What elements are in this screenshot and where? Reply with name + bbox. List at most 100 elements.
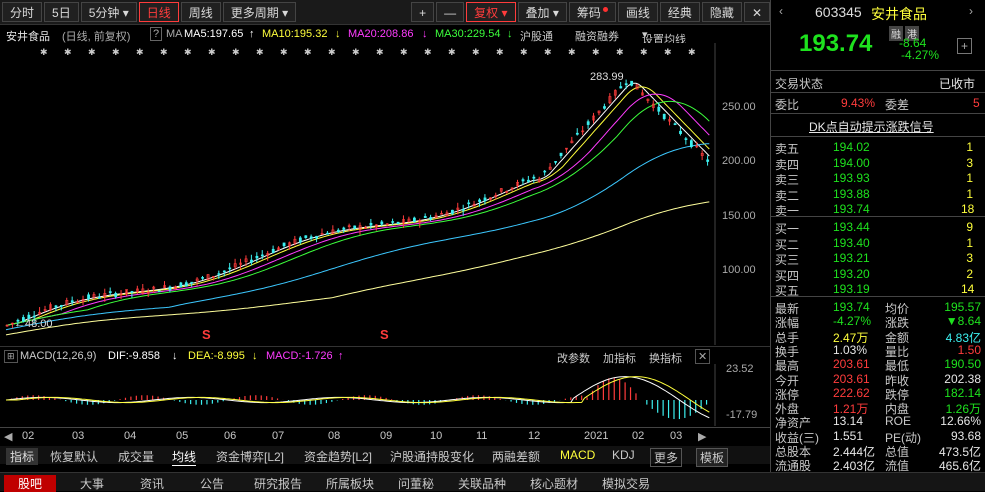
event-marker-icon[interactable]: ✱ <box>544 47 552 57</box>
tab-volume[interactable]: 成交量 <box>118 448 154 465</box>
event-marker-icon[interactable]: ✱ <box>568 47 576 57</box>
event-marker-icon[interactable]: ✱ <box>304 47 312 57</box>
event-marker-icon[interactable]: ✱ <box>256 47 264 57</box>
event-marker-icon[interactable]: ✱ <box>640 47 648 57</box>
dk-signal-link[interactable]: DK点自动提示涨跌信号 <box>809 118 934 135</box>
tab-fund-trend[interactable]: 资金趋势[L2] <box>304 448 372 465</box>
tab-hgt-holdings[interactable]: 沪股通持股变化 <box>390 448 474 465</box>
book-price[interactable]: 193.40 <box>833 236 870 250</box>
event-marker-icon[interactable]: ✱ <box>424 47 432 57</box>
chips-button[interactable]: 筹码 <box>568 2 616 22</box>
candle-body <box>391 221 395 223</box>
tab-sectors[interactable]: 所属板块 <box>326 475 374 492</box>
zoom-in-button[interactable]: + <box>411 2 435 22</box>
tab-related[interactable]: 关联品种 <box>458 475 506 492</box>
hide-button[interactable]: 隐藏 <box>701 2 742 22</box>
rzrq-link[interactable]: 融资融券 <box>575 28 619 44</box>
tab-macd[interactable]: MACD <box>560 448 595 462</box>
template-button[interactable]: 模板 <box>696 448 729 467</box>
book-price[interactable]: 194.00 <box>833 156 870 170</box>
set-ma-button[interactable]: 设置均线 ▾ <box>642 28 686 46</box>
event-marker-icon[interactable]: ✱ <box>448 47 456 57</box>
event-marker-icon[interactable]: ✱ <box>136 47 144 57</box>
tab-kdj[interactable]: KDJ <box>612 448 635 462</box>
event-marker-icon[interactable]: ✱ <box>592 47 600 57</box>
tab-daily[interactable]: 日线 <box>138 2 179 22</box>
event-marker-icon[interactable]: ✱ <box>664 47 672 57</box>
event-marker-icon[interactable]: ✱ <box>376 47 384 57</box>
collapse-icon[interactable]: ⊞ <box>4 350 18 363</box>
event-marker-icon[interactable]: ✱ <box>184 47 192 57</box>
tab-5min[interactable]: 5分钟 ▾ <box>80 2 137 22</box>
tab-intraday[interactable]: 分时 <box>2 2 43 22</box>
event-marker-icon[interactable]: ✱ <box>280 47 288 57</box>
tab-more-periods[interactable]: 更多周期 ▾ <box>222 2 297 22</box>
tab-research[interactable]: 研究报告 <box>254 475 302 492</box>
chevron-left-icon[interactable]: ‹ <box>779 4 783 18</box>
tab-ma[interactable]: 均线 <box>172 448 197 466</box>
event-marker-icon[interactable]: ✱ <box>64 47 72 57</box>
event-marker-icon[interactable]: ✱ <box>88 47 96 57</box>
tab-announcements[interactable]: 公告 <box>200 475 224 492</box>
close-icon[interactable]: ✕ <box>743 2 770 22</box>
tab-fund-game[interactable]: 资金博弈[L2] <box>216 448 284 465</box>
tab-reset-default[interactable]: 恢复默认 <box>50 448 98 465</box>
event-marker-icon[interactable]: ✱ <box>472 47 480 57</box>
close-icon[interactable]: ✕ <box>695 349 711 364</box>
event-marker-icon[interactable]: ✱ <box>112 47 120 57</box>
event-marker-icon[interactable]: ✱ <box>208 47 216 57</box>
candle-body <box>461 209 465 211</box>
book-price[interactable]: 194.02 <box>833 140 870 154</box>
scroll-right-icon[interactable]: ▶ <box>698 430 706 443</box>
candle-body <box>554 161 558 163</box>
candle-body <box>673 123 677 126</box>
classic-button[interactable]: 经典 <box>659 2 700 22</box>
tab-guba[interactable]: 股吧 <box>4 475 57 492</box>
tab-5day[interactable]: 5日 <box>44 2 79 22</box>
candlestick-chart[interactable]: ✱ ✱ ✱ ✱ ✱ ✱ ✱ ✱ ✱ ✱ ✱ ✱ ✱ ✱ ✱ ✱ ✱ ✱ ✱ ✱ ✱ ✱ ✱ ✱ ✱ ✱ ✱ ✱ 250.00 200.… <box>0 43 770 345</box>
book-price[interactable]: 193.19 <box>833 282 870 296</box>
draw-button[interactable]: 画线 <box>617 2 658 22</box>
event-marker-icon[interactable]: ✱ <box>352 47 360 57</box>
event-marker-icon[interactable]: ✱ <box>688 47 696 57</box>
event-marker-icon[interactable]: ✱ <box>520 47 528 57</box>
book-price[interactable]: 193.74 <box>833 202 870 216</box>
tab-news[interactable]: 资讯 <box>140 475 164 492</box>
help-icon[interactable]: ? <box>150 27 163 41</box>
event-marker-icon[interactable]: ✱ <box>160 47 168 57</box>
zoom-out-button[interactable]: — <box>436 2 465 22</box>
tab-weekly[interactable]: 周线 <box>180 2 221 22</box>
hgt-link[interactable]: 沪股通 <box>520 28 553 44</box>
add-watchlist-button[interactable]: + <box>957 38 973 54</box>
scroll-left-icon[interactable]: ◀ <box>4 430 12 443</box>
book-price[interactable]: 193.88 <box>833 187 870 201</box>
book-price[interactable]: 193.20 <box>833 267 870 281</box>
book-price[interactable]: 193.21 <box>833 251 870 265</box>
event-marker-icon[interactable]: ✱ <box>40 47 48 57</box>
time-tick: 08 <box>328 430 341 442</box>
ma20-value: MA20:208.86 <box>348 28 414 40</box>
event-marker-icon[interactable]: ✱ <box>616 47 624 57</box>
event-marker-icon[interactable]: ✱ <box>328 47 336 57</box>
event-marker-icon[interactable]: ✱ <box>232 47 240 57</box>
event-marker-icon[interactable]: ✱ <box>400 47 408 57</box>
book-level-label: 卖四 <box>775 157 800 172</box>
chevron-right-icon[interactable]: › <box>969 4 973 18</box>
tab-margin-diff[interactable]: 两融差额 <box>492 448 540 465</box>
tab-events[interactable]: 大事 <box>80 475 104 492</box>
book-price[interactable]: 193.93 <box>833 171 870 185</box>
candle-body <box>413 217 416 222</box>
book-price[interactable]: 193.44 <box>833 220 870 234</box>
macd-chart[interactable]: 23.52 -17.79 <box>0 364 770 426</box>
candle-body <box>326 232 329 235</box>
indicator-label[interactable]: 指标 <box>6 448 39 465</box>
tab-core-themes[interactable]: 核心题材 <box>530 475 578 492</box>
overlay-button[interactable]: 叠加 ▾ <box>517 2 567 22</box>
candle-body <box>108 291 112 293</box>
tab-ask-secretary[interactable]: 问董秘 <box>398 475 434 492</box>
candle-body <box>527 179 530 182</box>
more-button[interactable]: 更多 <box>650 448 683 467</box>
adjust-button[interactable]: 复权 ▾ <box>466 2 516 22</box>
tab-sim-trade[interactable]: 模拟交易 <box>602 475 650 492</box>
event-marker-icon[interactable]: ✱ <box>496 47 504 57</box>
